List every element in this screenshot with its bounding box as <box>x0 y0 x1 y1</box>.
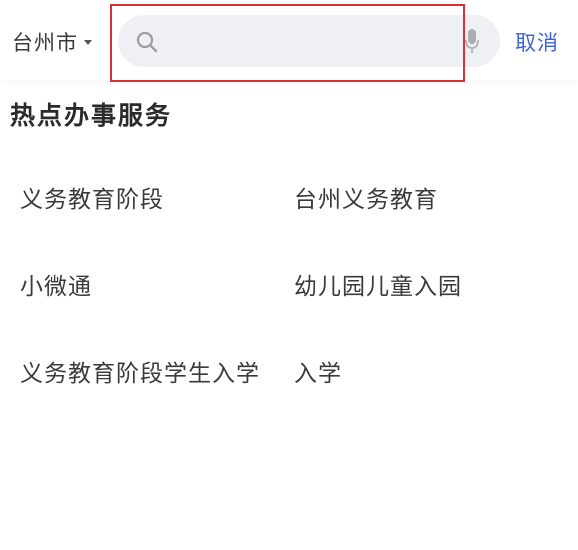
search-input[interactable] <box>170 25 454 59</box>
top-bar: 台州市 取消 <box>0 0 578 82</box>
service-item[interactable]: 义务教育阶段 <box>20 180 164 214</box>
service-item[interactable]: 幼儿园儿童入园 <box>294 267 462 301</box>
city-selector[interactable]: 台州市 <box>12 26 92 58</box>
search-icon <box>136 31 158 53</box>
service-item[interactable]: 义务教育阶段学生入学 <box>20 354 260 388</box>
section-title: 热点办事服务 <box>10 101 173 130</box>
service-item[interactable]: 小微通 <box>20 267 92 301</box>
city-label: 台州市 <box>12 31 78 55</box>
search-bar[interactable] <box>118 15 500 67</box>
service-item[interactable]: 入学 <box>294 354 342 388</box>
cancel-button[interactable]: 取消 <box>515 27 559 57</box>
service-item[interactable]: 台州义务教育 <box>294 180 438 214</box>
caret-down-icon <box>84 39 92 45</box>
microphone-icon[interactable] <box>464 28 480 54</box>
